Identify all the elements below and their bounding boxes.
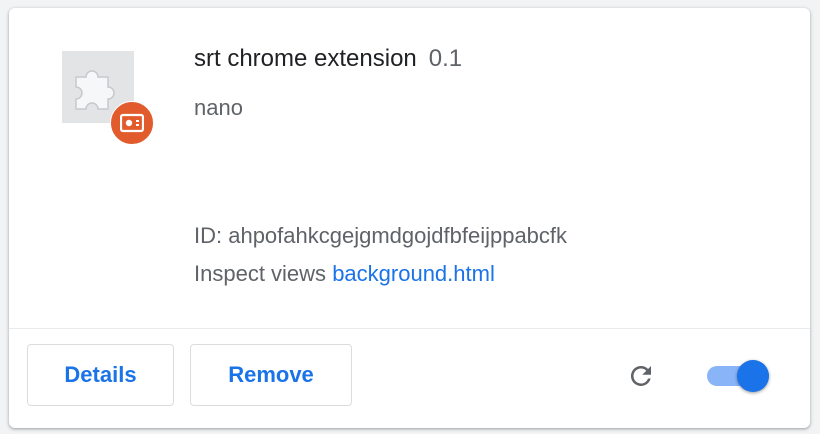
extension-name: srt chrome extension bbox=[194, 45, 417, 72]
extension-description: nano bbox=[194, 95, 243, 120]
card-divider bbox=[9, 328, 810, 329]
inspect-views-label: Inspect views bbox=[194, 261, 327, 286]
extension-card: srt chrome extension 0.1 nano ID: ahpofah… bbox=[9, 8, 810, 428]
reload-icon[interactable] bbox=[623, 358, 659, 394]
toggle-knob bbox=[737, 360, 769, 392]
enable-extension-toggle[interactable] bbox=[707, 360, 773, 392]
inspect-views-row: Inspect views background.html bbox=[194, 261, 495, 287]
remove-button[interactable]: Remove bbox=[190, 344, 352, 406]
extension-id: ID: ahpofahkcgejgmdgojdfbfeijppabcfk bbox=[194, 223, 568, 248]
details-button[interactable]: Details bbox=[27, 344, 174, 406]
extension-title-row: srt chrome extension 0.1 bbox=[194, 45, 462, 73]
disk-drive-icon bbox=[110, 101, 154, 145]
extension-version: 0.1 bbox=[428, 45, 463, 72]
background-page-link[interactable]: background.html bbox=[332, 261, 495, 286]
